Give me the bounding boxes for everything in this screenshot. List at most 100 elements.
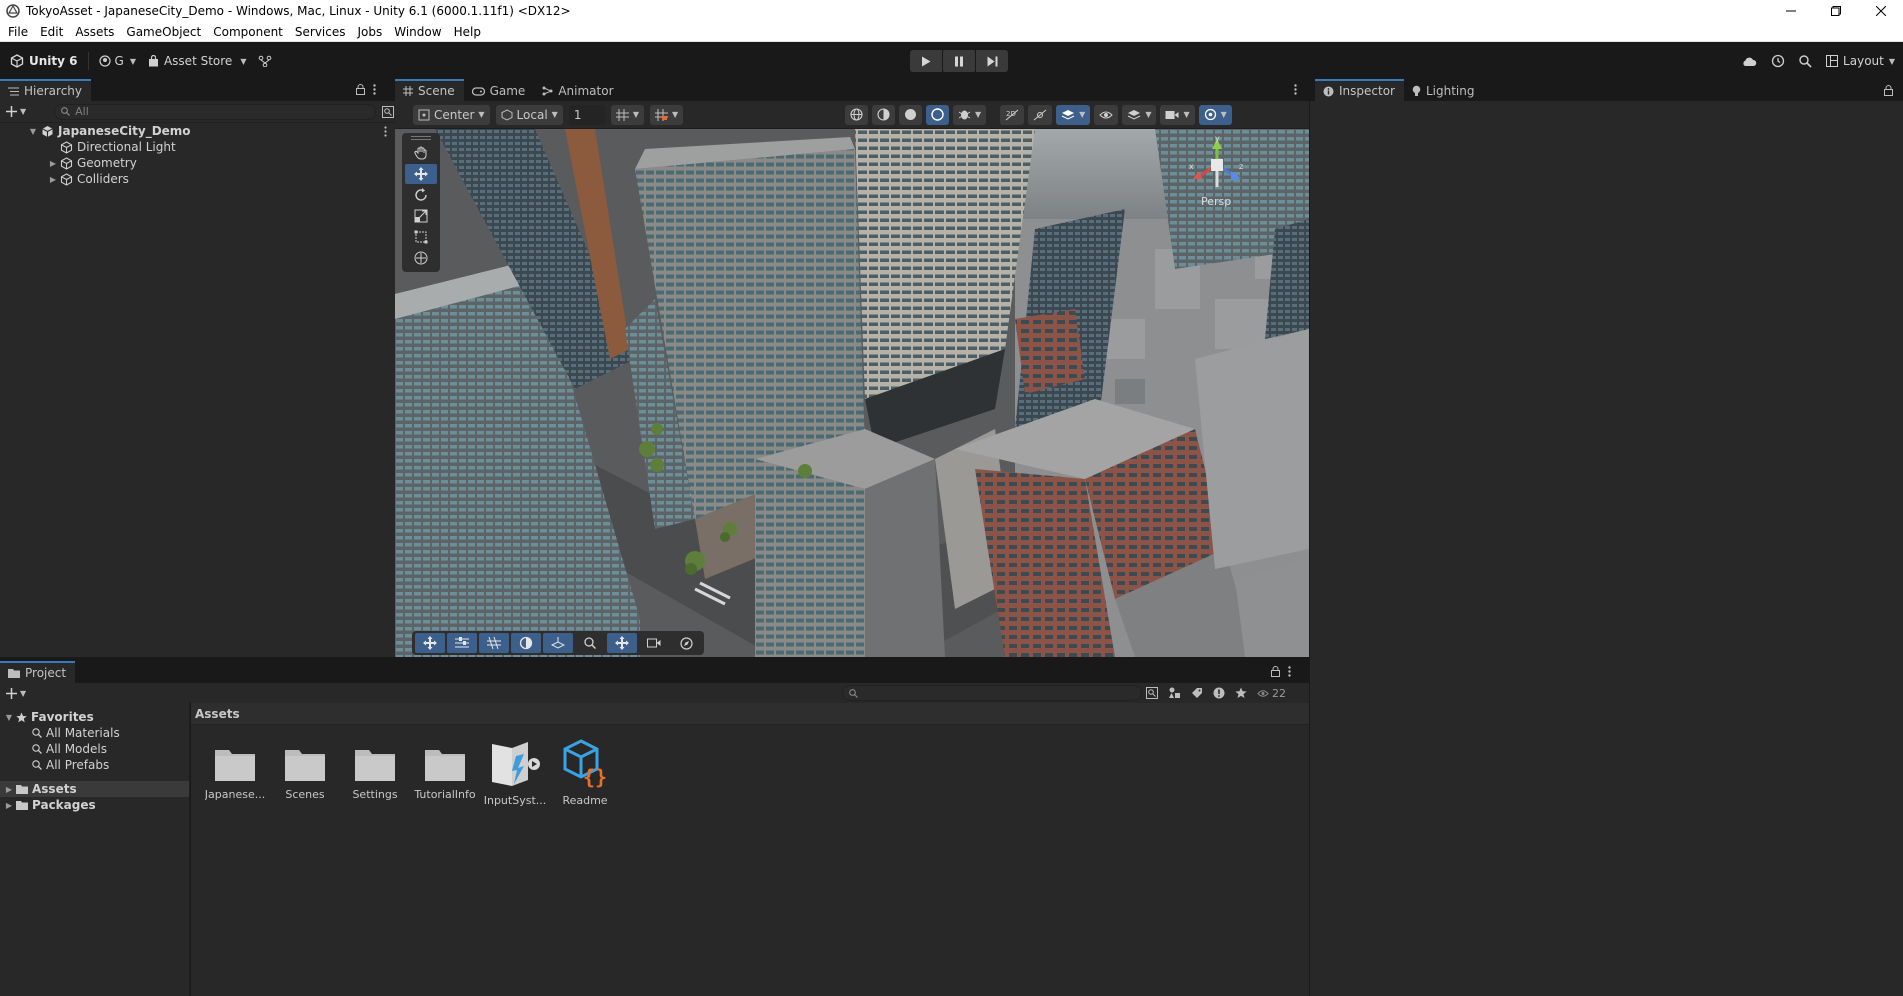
collapsed-arrow-icon[interactable]: ▶ (48, 175, 58, 184)
breadcrumb-assets[interactable]: Assets (195, 707, 240, 721)
scene-visibility-button[interactable] (1094, 104, 1119, 125)
hierarchy-item-directional-light[interactable]: Directional Light (48, 139, 176, 155)
kebab-menu-icon[interactable] (373, 84, 376, 95)
lock-icon[interactable] (1884, 85, 1893, 96)
persp-label[interactable]: Persp (1201, 195, 1247, 208)
unity-button[interactable]: Unity 6 (4, 50, 84, 72)
overlay-grid-button[interactable] (479, 633, 509, 653)
kebab-menu-icon[interactable] (1288, 666, 1291, 677)
assets-root-row[interactable]: ▶ Assets (0, 781, 189, 797)
add-object-button[interactable]: ▼ (6, 106, 26, 117)
log-types-icon[interactable] (1213, 687, 1225, 699)
snap-increment-button[interactable]: ▼ (610, 104, 644, 125)
menu-gameobject[interactable]: GameObject (120, 22, 207, 42)
scale-tool-button[interactable] (405, 206, 437, 226)
visible-count[interactable]: 22 (1257, 687, 1286, 700)
tab-game[interactable]: Game (464, 79, 535, 101)
audio-effects-button[interactable]: ▼ (1056, 104, 1091, 125)
asset-store-button[interactable]: Asset Store ▼ (142, 50, 253, 72)
minimize-icon[interactable] (1768, 0, 1813, 22)
camera-settings-button[interactable]: ▼ (1160, 104, 1195, 125)
hierarchy-item-colliders[interactable]: ▶ Colliders (48, 171, 129, 187)
overlay-surface-button[interactable] (543, 633, 573, 653)
project-search-input[interactable] (842, 685, 1142, 701)
menu-help[interactable]: Help (448, 22, 487, 42)
asset-readme[interactable]: {} Readme (550, 739, 620, 807)
overlay-move-button[interactable] (415, 633, 445, 653)
favorite-all-prefabs[interactable]: All Prefabs (32, 757, 109, 773)
menu-assets[interactable]: Assets (69, 22, 120, 42)
tab-inspector[interactable]: Inspector (1315, 79, 1404, 101)
asset-folder-scenes[interactable]: Scenes (270, 740, 340, 801)
move-tool-button[interactable] (405, 164, 437, 184)
debug-mode-button[interactable]: ▼ (953, 104, 987, 125)
kebab-menu-icon[interactable] (1294, 84, 1297, 95)
lighting-toggle-button[interactable] (1028, 104, 1053, 125)
tab-animator[interactable]: Animator (534, 79, 622, 101)
rect-tool-button[interactable] (405, 227, 437, 247)
overlay-align-button[interactable] (447, 633, 477, 653)
overlay-compass-button[interactable] (671, 633, 701, 653)
view-tool-button[interactable] (405, 143, 437, 163)
tab-scene[interactable]: Scene (395, 79, 464, 101)
transform-tool-button[interactable] (405, 248, 437, 268)
menu-edit[interactable]: Edit (34, 22, 69, 42)
packages-root-row[interactable]: ▶ Packages (4, 797, 96, 813)
scene-viewport[interactable]: y x z Persp (395, 129, 1309, 657)
asset-input-actions[interactable]: InputSyst... (480, 740, 550, 807)
space-dropdown[interactable]: Local ▼ (495, 104, 563, 125)
menu-window[interactable]: Window (388, 22, 447, 42)
wireframe-button[interactable] (872, 104, 895, 125)
scene-search-icon[interactable] (382, 105, 395, 118)
grid-snap-input[interactable]: 1 (568, 104, 605, 125)
rotate-tool-button[interactable] (405, 185, 437, 205)
star-icon[interactable] (1235, 687, 1247, 699)
layers-button[interactable]: ▼ (1122, 104, 1157, 125)
orientation-gizmo[interactable]: y x z Persp (1187, 135, 1247, 225)
favorite-all-materials[interactable]: All Materials (32, 725, 120, 741)
play-button[interactable] (910, 50, 942, 72)
version-control-button[interactable] (252, 50, 278, 72)
overlay-pan-button[interactable] (607, 633, 637, 653)
hierarchy-item-geometry[interactable]: ▶ Geometry (48, 155, 137, 171)
collapsed-arrow-icon[interactable]: ▶ (4, 785, 14, 794)
menu-jobs[interactable]: Jobs (352, 22, 389, 42)
pause-button[interactable] (943, 50, 975, 72)
filter-by-label-icon[interactable] (1191, 687, 1203, 699)
favorite-all-models[interactable]: All Models (32, 741, 107, 757)
layout-button[interactable]: Layout ▼ (1826, 50, 1895, 72)
grid-visibility-button[interactable]: ▼ (649, 104, 684, 125)
overlay-orbit-button[interactable] (511, 633, 541, 653)
maximize-icon[interactable] (1813, 0, 1858, 22)
palette-drag-handle[interactable] (411, 136, 431, 140)
tab-hierarchy[interactable]: Hierarchy (0, 79, 92, 101)
draw-mode-button[interactable] (845, 104, 868, 125)
asset-folder-japanese[interactable]: Japanese... (200, 740, 270, 801)
search-by-type-icon[interactable] (1146, 687, 1158, 699)
gizmos-button[interactable]: ▼ (1198, 104, 1232, 125)
step-button[interactable] (976, 50, 1008, 72)
expanded-arrow-icon[interactable]: ▼ (4, 713, 14, 722)
menu-file[interactable]: File (2, 22, 34, 42)
pivot-dropdown[interactable]: Center ▼ (413, 104, 490, 125)
search-icon[interactable] (1799, 54, 1812, 68)
collapsed-arrow-icon[interactable]: ▶ (48, 159, 58, 168)
asset-folder-settings[interactable]: Settings (340, 740, 410, 801)
toggle-2d-button[interactable]: 2D (1000, 104, 1025, 125)
cloud-icon[interactable] (1741, 55, 1757, 67)
filter-by-type-icon[interactable] (1168, 687, 1181, 699)
unlit-button[interactable] (926, 104, 949, 125)
tab-project[interactable]: Project (0, 661, 76, 683)
account-button[interactable]: G ▼ (93, 50, 142, 72)
hierarchy-search-input[interactable]: All (54, 103, 377, 120)
create-asset-button[interactable]: ▼ (6, 687, 26, 699)
menu-services[interactable]: Services (289, 22, 352, 42)
overlay-zoom-button[interactable] (575, 633, 605, 653)
shaded-button[interactable] (899, 104, 922, 125)
history-icon[interactable] (1771, 54, 1785, 68)
favorites-row[interactable]: ▼ Favorites (4, 709, 94, 725)
close-icon[interactable] (1858, 0, 1903, 22)
menu-component[interactable]: Component (207, 22, 289, 42)
collapsed-arrow-icon[interactable]: ▶ (4, 801, 14, 810)
kebab-menu-icon[interactable] (384, 125, 387, 137)
